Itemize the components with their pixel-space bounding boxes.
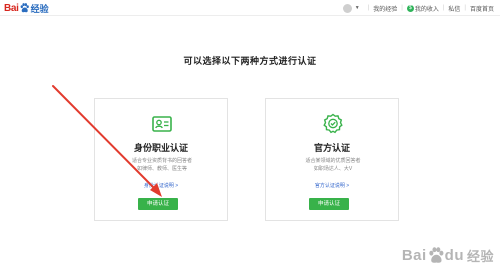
logo-text-bai: Bai: [4, 2, 19, 14]
card-description: 适合某领域的优质回答者 如职场达人、大V: [282, 157, 384, 173]
chevron-down-icon[interactable]: ▼: [355, 5, 360, 11]
apply-official-certification-button[interactable]: 申请认证: [309, 198, 349, 210]
card-title: 身份职业认证: [133, 143, 188, 153]
annotation-arrow: [52, 85, 162, 197]
user-nav: ▼ | 我的经验 | $ 我的收入 | 私信 | 百度首页: [342, 2, 494, 14]
card-description-line: 适合某领域的优质回答者: [305, 158, 361, 164]
baidu-paw-icon: [429, 247, 444, 263]
messages-link[interactable]: 私信: [448, 4, 460, 13]
official-certification-card: 官方认证 适合某领域的优质回答者 如职场达人、大V 官方认证说明 > 申请认证: [265, 98, 399, 221]
divider: |: [442, 5, 445, 11]
certificate-badge-icon: [323, 113, 343, 134]
id-card-icon: [152, 116, 172, 132]
avatar[interactable]: [342, 3, 352, 13]
identity-certification-card: 身份职业认证 适合专业资质背书的回答者 如律师、教师、医生等 身份认证说明 > …: [94, 98, 228, 221]
my-experience-link[interactable]: 我的经验: [373, 4, 397, 13]
card-description-line: 如职场达人、大V: [313, 166, 353, 172]
my-income-link[interactable]: 我的收入: [415, 4, 439, 13]
watermark-text-jingyan: 经验: [466, 249, 494, 264]
logo-text-jingyan: 经验: [30, 3, 49, 14]
baidu-jingyan-logo[interactable]: Bai 经验: [4, 2, 49, 14]
card-title: 官方认证: [313, 143, 350, 153]
watermark-text-bai: Bai: [401, 247, 427, 264]
baidu-jingyan-watermark: Bai du 经验: [402, 246, 494, 265]
top-bar: Bai 经验 ▼ | 我的经验 | $ 我的收入 | 私信 | 百度首页: [0, 0, 500, 16]
divider: |: [464, 5, 466, 11]
identity-certification-info-link[interactable]: 身份认证说明 >: [95, 182, 227, 189]
money-icon: $: [406, 4, 414, 12]
divider: |: [401, 5, 403, 11]
page-title: 可以选择以下两种方式进行认证: [183, 56, 317, 66]
card-description: 适合专业资质背书的回答者 如律师、教师、医生等: [111, 157, 213, 173]
card-description-line: 如律师、教师、医生等: [136, 166, 187, 172]
baidu-home-link[interactable]: 百度首页: [470, 4, 494, 13]
divider: |: [367, 5, 370, 11]
card-description-line: 适合专业资质背书的回答者: [131, 158, 192, 164]
watermark-text-du: du: [444, 247, 464, 264]
baidu-paw-icon: [20, 3, 29, 13]
apply-identity-certification-button[interactable]: 申请认证: [138, 198, 178, 210]
official-certification-info-link[interactable]: 官方认证说明 >: [266, 182, 398, 189]
